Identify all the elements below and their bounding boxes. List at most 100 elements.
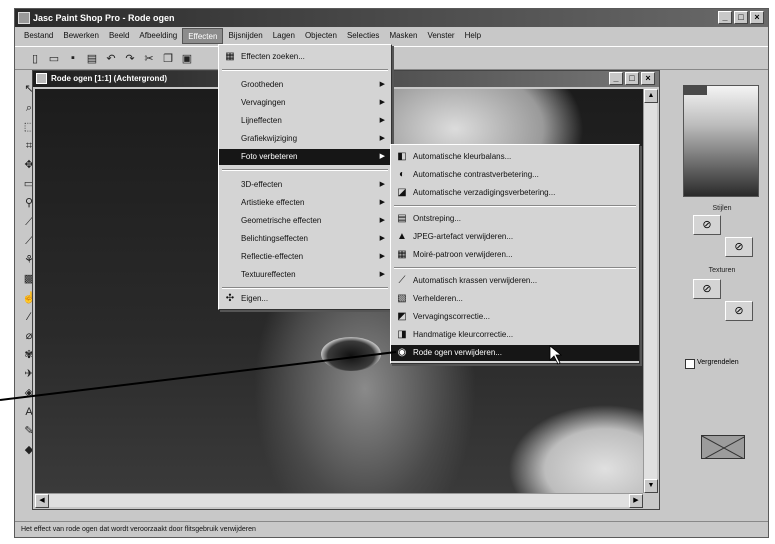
horizontal-scrollbar[interactable]: ◀ ▶ bbox=[35, 493, 643, 508]
menu-item-label: Ontstreping... bbox=[413, 214, 462, 223]
submenu-arrow-icon: ▶ bbox=[379, 181, 385, 188]
scroll-right-icon[interactable]: ▶ bbox=[629, 494, 643, 508]
menu-item-textuureffecten[interactable]: Textuureffecten ▶ bbox=[219, 267, 391, 283]
lock-label: Vergrendelen bbox=[697, 359, 739, 366]
window-controls: _ □ × bbox=[718, 11, 764, 24]
textures-label: Texturen bbox=[708, 267, 736, 274]
open-folder-icon[interactable]: ▭ bbox=[46, 50, 62, 66]
menu-separator bbox=[222, 69, 388, 71]
document-minimize-button[interactable]: _ bbox=[609, 72, 623, 85]
menu-help[interactable]: Help bbox=[460, 28, 486, 44]
undo-icon[interactable]: ↶ bbox=[103, 50, 119, 66]
menu-separator bbox=[222, 169, 388, 171]
color-swatch[interactable] bbox=[683, 85, 759, 197]
submenu-item-auto-scratch-remove[interactable]: ⟋ Automatisch krassen verwijderen... bbox=[391, 273, 639, 289]
document-window-controls: _ □ × bbox=[609, 72, 655, 85]
menu-item-label: Vervagingscorrectie... bbox=[413, 312, 490, 321]
background-style-button[interactable]: ⊘ bbox=[725, 237, 753, 257]
saturation-icon: ◪ bbox=[397, 187, 407, 198]
menu-masken[interactable]: Masken bbox=[384, 28, 422, 44]
app-icon bbox=[18, 12, 30, 24]
contrast-icon: ◐ bbox=[398, 169, 406, 180]
cross-icon bbox=[702, 436, 744, 458]
menu-item-label: Automatisch krassen verwijderen... bbox=[413, 276, 538, 285]
submenu-item-clarify[interactable]: ▧ Verhelderen... bbox=[391, 291, 639, 307]
submenu-item-fade-correction[interactable]: ◩ Vervagingscorrectie... bbox=[391, 309, 639, 325]
scroll-up-icon[interactable]: ▲ bbox=[644, 89, 658, 103]
copy-icon[interactable]: ❐ bbox=[160, 50, 176, 66]
menu-item-geometrische-effecten[interactable]: Geometrische effecten ▶ bbox=[219, 213, 391, 229]
document-maximize-button[interactable]: □ bbox=[625, 72, 639, 85]
new-file-icon[interactable]: ▯ bbox=[27, 50, 43, 66]
vertical-scrollbar[interactable]: ▲ ▼ bbox=[643, 89, 658, 493]
photo-enhance-submenu: ◧ Automatische kleurbalans... ◐ Automatisc… bbox=[390, 144, 640, 364]
scroll-down-icon[interactable]: ▼ bbox=[644, 479, 658, 493]
foreground-style-button[interactable]: ⊘ bbox=[693, 215, 721, 235]
submenu-arrow-icon: ▶ bbox=[379, 199, 385, 206]
maximize-button[interactable]: □ bbox=[734, 11, 748, 24]
effects-browser-item[interactable]: ▦ Effecten zoeken... bbox=[219, 49, 391, 65]
submenu-arrow-icon: ▶ bbox=[379, 135, 385, 142]
paste-icon[interactable]: ▣ bbox=[179, 50, 195, 66]
clarify-icon: ▧ bbox=[397, 293, 407, 304]
submenu-item-auto-saturation[interactable]: ◪ Automatische verzadigingsverbetering... bbox=[391, 185, 639, 201]
document-title: Rode ogen [1:1] (Achtergrond) bbox=[51, 74, 167, 83]
submenu-arrow-icon: ▶ bbox=[379, 117, 385, 124]
menu-selecties[interactable]: Selecties bbox=[342, 28, 384, 44]
submenu-item-deinterlace[interactable]: ▤ Ontstreping... bbox=[391, 211, 639, 227]
menu-item-artistieke-effecten[interactable]: Artistieke effecten ▶ bbox=[219, 195, 391, 211]
foreground-color-swatch[interactable] bbox=[683, 85, 707, 95]
print-icon[interactable]: ▤ bbox=[84, 50, 100, 66]
document-close-button[interactable]: × bbox=[641, 72, 655, 85]
custom-filter-icon: ✣ bbox=[225, 293, 235, 304]
save-icon[interactable]: ▪ bbox=[65, 50, 81, 66]
menu-item-label: Artistieke effecten bbox=[241, 198, 305, 207]
minimize-button[interactable]: _ bbox=[718, 11, 732, 24]
menu-item-label: Foto verbeteren bbox=[241, 152, 298, 161]
effects-browser-icon: ▦ bbox=[225, 51, 235, 62]
redo-icon[interactable]: ↷ bbox=[122, 50, 138, 66]
cut-icon[interactable]: ✂ bbox=[141, 50, 157, 66]
menu-item-foto-verbeteren[interactable]: Foto verbeteren ▶ bbox=[219, 149, 391, 165]
menu-item-label: Verhelderen... bbox=[413, 294, 463, 303]
submenu-item-manual-color-correction[interactable]: ◨ Handmatige kleurcorrectie... bbox=[391, 327, 639, 343]
foreground-texture-button[interactable]: ⊘ bbox=[693, 279, 721, 299]
menu-effecten[interactable]: Effecten bbox=[182, 28, 224, 44]
menu-beeld[interactable]: Beeld bbox=[104, 28, 134, 44]
submenu-item-jpeg-artifact[interactable]: ▲ JPEG-artefact verwijderen... bbox=[391, 229, 639, 245]
menu-bijsnijden[interactable]: Bijsnijden bbox=[223, 28, 267, 44]
menu-item-reflectie-effecten[interactable]: Reflectie-effecten ▶ bbox=[219, 249, 391, 265]
menu-item-lijneffecten[interactable]: Lijneffecten ▶ bbox=[219, 113, 391, 129]
menu-item-label: Geometrische effecten bbox=[241, 216, 322, 225]
submenu-item-moire-pattern[interactable]: ▦ Moiré-patroon verwijderen... bbox=[391, 247, 639, 263]
menu-item-label: Belichtingseffecten bbox=[241, 234, 309, 243]
menu-item-vervagingen[interactable]: Vervagingen ▶ bbox=[219, 95, 391, 111]
menu-item-label: Rode ogen verwijderen... bbox=[413, 348, 502, 357]
menu-afbeelding[interactable]: Afbeelding bbox=[134, 28, 182, 44]
submenu-item-auto-color-balance[interactable]: ◧ Automatische kleurbalans... bbox=[391, 149, 639, 165]
submenu-arrow-icon: ▶ bbox=[379, 99, 385, 106]
background-texture-button[interactable]: ⊘ bbox=[725, 301, 753, 321]
menu-bestand[interactable]: Bestand bbox=[19, 28, 58, 44]
submenu-item-auto-contrast[interactable]: ◐ Automatische contrastverbetering... bbox=[391, 167, 639, 183]
menu-item-eigen[interactable]: ✣ Eigen... bbox=[219, 291, 391, 307]
menu-item-label: JPEG-artefact verwijderen... bbox=[413, 232, 514, 241]
menu-objecten[interactable]: Objecten bbox=[300, 28, 342, 44]
menu-item-belichtingseffecten[interactable]: Belichtingseffecten ▶ bbox=[219, 231, 391, 247]
menu-item-label: Grafiekwijziging bbox=[241, 134, 298, 143]
menu-bewerken[interactable]: Bewerken bbox=[58, 28, 104, 44]
lock-checkbox[interactable] bbox=[685, 359, 695, 369]
menu-lagen[interactable]: Lagen bbox=[268, 28, 300, 44]
submenu-item-red-eye-removal[interactable]: ◉ Rode ogen verwijderen... bbox=[391, 345, 639, 361]
menu-item-3d-effecten[interactable]: 3D-effecten ▶ bbox=[219, 177, 391, 193]
title-bar: Jasc Paint Shop Pro - Rode ogen _ □ × bbox=[15, 9, 768, 27]
menu-item-grootheden[interactable]: Grootheden ▶ bbox=[219, 77, 391, 93]
menu-bar: Bestand Bewerken Beeld Afbeelding Effect… bbox=[15, 27, 768, 45]
close-button[interactable]: × bbox=[750, 11, 764, 24]
scroll-left-icon[interactable]: ◀ bbox=[35, 494, 49, 508]
effects-menu: ▦ Effecten zoeken... Grootheden ▶ Vervagi… bbox=[218, 44, 392, 310]
menu-venster[interactable]: Venster bbox=[422, 28, 459, 44]
scratch-remove-icon: ⟋ bbox=[398, 275, 406, 286]
styles-label: Stijlen bbox=[712, 205, 732, 212]
menu-item-grafiekwijziging[interactable]: Grafiekwijziging ▶ bbox=[219, 131, 391, 147]
